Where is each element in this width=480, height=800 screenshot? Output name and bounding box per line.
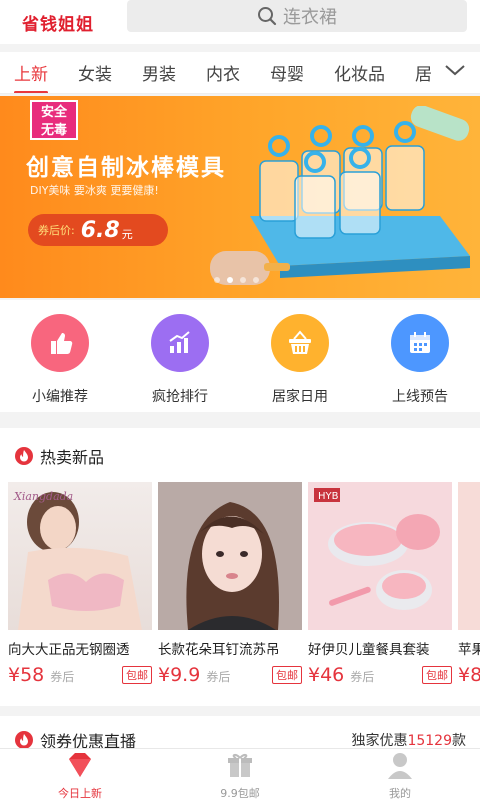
product-price: ¥58 xyxy=(8,664,45,686)
fire-icon xyxy=(15,731,33,749)
top-bar: 省钱姐姐 连衣裙 xyxy=(0,0,480,44)
tab-label: 今日上新 xyxy=(58,787,102,800)
product-name: 长款花朵耳钉流苏吊 xyxy=(158,642,280,658)
svg-text:HYB: HYB xyxy=(318,491,339,502)
product-price: ¥9.9 xyxy=(158,664,201,686)
shortcut-editor-picks[interactable]: 小编推荐 xyxy=(0,314,120,406)
trend-chart-icon xyxy=(151,314,209,372)
search-icon xyxy=(258,7,277,26)
carousel-dot[interactable] xyxy=(240,277,246,283)
product-price-row: ¥46 券后 包邮 xyxy=(308,664,452,686)
shortcut-label: 小编推荐 xyxy=(32,389,88,405)
product-name: 向大大正品无钢圈透 xyxy=(8,642,130,658)
search-input[interactable]: 连衣裙 xyxy=(127,0,467,32)
category-tabs: 上新 女装 男装 内衣 母婴 化妆品 居 xyxy=(0,52,480,94)
product-card[interactable]: HYB 好伊贝儿童餐具套装 ¥46 券后 包邮 xyxy=(308,482,452,686)
banner-headline: 创意自制冰棒模具 xyxy=(26,155,226,181)
product-card[interactable]: 长款花朵耳钉流苏吊 ¥9.9 券后 包邮 xyxy=(158,482,302,686)
product-price-row: ¥58 券后 包邮 xyxy=(8,664,152,686)
shortcut-label: 居家日用 xyxy=(272,389,328,405)
tab-women[interactable]: 女装 xyxy=(78,60,112,85)
product-price-row: ¥9.9 券后 包邮 xyxy=(158,664,302,686)
free-shipping-tag: 包邮 xyxy=(422,666,452,684)
shortcut-label: 疯抢排行 xyxy=(152,389,208,405)
product-price: ¥8 xyxy=(458,664,480,686)
shortcut-upcoming[interactable]: 上线预告 xyxy=(360,314,480,406)
carousel-dots xyxy=(214,277,259,283)
shortcut-home-daily[interactable]: 居家日用 xyxy=(240,314,360,406)
product-image xyxy=(458,482,480,630)
gift-icon xyxy=(228,753,252,777)
tab-9-9-free-shipping[interactable]: 9.9包邮 xyxy=(160,751,320,800)
product-image: HYB xyxy=(308,482,452,630)
hot-products-section: 热卖新品 Xiangdada 向大大正品无钢圈透 ¥58 券后 包邮 长款花朵耳… xyxy=(0,428,480,706)
bottom-tab-bar: 今日上新 9.9包邮 我的 xyxy=(0,748,480,800)
fire-icon xyxy=(15,447,33,465)
free-shipping-tag: 包邮 xyxy=(122,666,152,684)
coupon-after-label: 券后 xyxy=(50,670,75,684)
tab-label: 9.9包邮 xyxy=(220,787,260,800)
tab-cosmetics[interactable]: 化妆品 xyxy=(334,60,385,85)
safety-badge: 安全 无毒 xyxy=(30,100,78,140)
section-title: 热卖新品 xyxy=(14,444,104,468)
basket-icon xyxy=(271,314,329,372)
app-logo[interactable]: 省钱姐姐 xyxy=(0,10,126,35)
tab-home[interactable]: 居 xyxy=(415,60,432,85)
carousel-dot[interactable] xyxy=(253,277,259,283)
tab-label: 我的 xyxy=(389,787,411,800)
product-price: ¥46 xyxy=(308,664,345,686)
carousel-dot-active[interactable] xyxy=(227,277,233,283)
banner-price: 券后价: 6.8 元 xyxy=(28,214,168,246)
search-placeholder: 连衣裙 xyxy=(283,7,337,28)
thumbs-up-icon xyxy=(31,314,89,372)
gem-icon xyxy=(69,753,91,777)
tab-mine[interactable]: 我的 xyxy=(320,751,480,800)
shortcut-ranking[interactable]: 疯抢排行 xyxy=(120,314,240,406)
product-image: Xiangdada xyxy=(8,482,152,630)
tab-new[interactable]: 上新 xyxy=(14,60,48,93)
person-icon xyxy=(388,753,412,779)
exclusive-count: 独家优惠15129款 xyxy=(351,733,466,749)
tab-underwear[interactable]: 内衣 xyxy=(206,60,240,85)
product-name: 好伊贝儿童餐具套装 xyxy=(308,642,430,658)
tab-today-new[interactable]: 今日上新 xyxy=(0,751,160,800)
free-shipping-tag: 包邮 xyxy=(272,666,302,684)
product-card[interactable]: Xiangdada 向大大正品无钢圈透 ¥58 券后 包邮 xyxy=(8,482,152,686)
calendar-icon xyxy=(391,314,449,372)
tab-baby[interactable]: 母婴 xyxy=(270,60,304,85)
coupon-after-label: 券后 xyxy=(350,670,375,684)
svg-text:Xiangdada: Xiangdada xyxy=(13,490,73,503)
tab-men[interactable]: 男装 xyxy=(142,60,176,85)
product-carousel[interactable]: Xiangdada 向大大正品无钢圈透 ¥58 券后 包邮 长款花朵耳钉流苏吊 … xyxy=(8,482,480,692)
product-name: 苹果 xyxy=(458,642,480,658)
carousel-dot[interactable] xyxy=(214,277,220,283)
category-shortcuts: 小编推荐 疯抢排行 居家日用 上线预告 xyxy=(0,300,480,412)
banner-subline: DIY美味 要冰爽 更要健康! xyxy=(30,184,159,197)
promo-banner[interactable]: 安全 无毒 创意自制冰棒模具 DIY美味 要冰爽 更要健康! 券后价: 6.8 … xyxy=(0,96,480,298)
product-price-row: ¥8 xyxy=(458,664,480,686)
shortcut-label: 上线预告 xyxy=(392,389,448,405)
product-image xyxy=(158,482,302,630)
popsicle-illustration xyxy=(210,251,290,285)
chevron-down-icon[interactable] xyxy=(444,62,466,78)
coupon-after-label: 券后 xyxy=(206,670,231,684)
product-card[interactable]: 苹果 ¥8 xyxy=(458,482,480,686)
